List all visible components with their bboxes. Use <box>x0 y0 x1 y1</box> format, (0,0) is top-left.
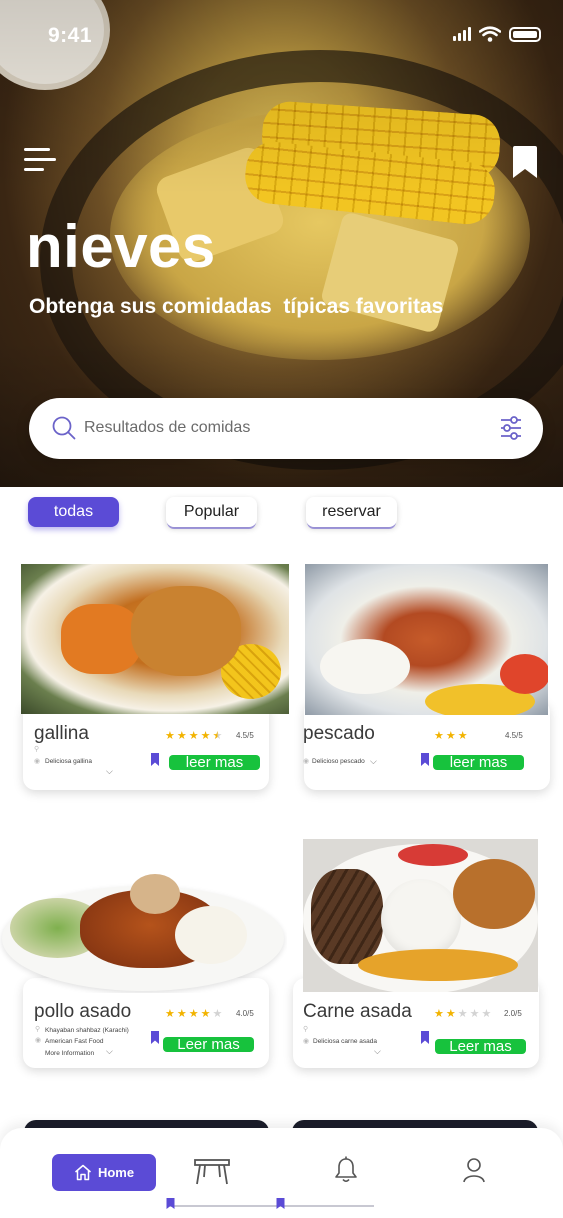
card-category: American Fast Food <box>45 1038 104 1045</box>
read-more-button[interactable]: leer mas <box>433 755 524 770</box>
pescado-photo <box>305 564 548 715</box>
info-dot-icon: ◉ <box>303 1038 310 1045</box>
info-dot-icon: ◉ <box>35 1037 42 1044</box>
bookmark-icon[interactable] <box>420 753 430 766</box>
rating-value: 4.0/5 <box>236 1009 254 1018</box>
bookmark-icon[interactable] <box>420 1031 430 1044</box>
card-address: Khayaban shahbaz (Karachi) <box>45 1027 129 1034</box>
home-icon <box>74 1164 91 1181</box>
hamburger-menu-icon[interactable] <box>24 148 56 174</box>
more-info-link[interactable]: More Information <box>45 1050 94 1057</box>
bookmark-icon[interactable] <box>150 753 160 766</box>
carne-asada-photo <box>303 839 538 992</box>
read-more-button[interactable]: Leer mas <box>163 1037 254 1052</box>
nav-home-button[interactable]: Home <box>52 1154 156 1191</box>
signal-icon <box>453 27 471 41</box>
read-more-button[interactable]: Leer mas <box>435 1039 526 1054</box>
info-dot-icon: ◉ <box>303 758 310 765</box>
status-icons <box>453 26 541 42</box>
search-icon <box>52 416 76 440</box>
star-rating: ★ ★ ★ <box>434 730 468 742</box>
location-pin-icon: ⚲ <box>303 1026 309 1033</box>
star-rating: ★ ★ ★ ★ ★ <box>165 730 223 742</box>
table-icon[interactable] <box>194 1159 230 1185</box>
bell-icon[interactable] <box>333 1156 359 1184</box>
chevron-down-icon[interactable]: ⌵ <box>106 1046 113 1057</box>
bottom-navigation: Home <box>0 1128 563 1218</box>
chip-todas[interactable]: todas <box>28 497 119 527</box>
wifi-icon <box>479 26 501 42</box>
card-title: pollo asado <box>34 1001 132 1022</box>
chevron-down-icon[interactable]: ⌵ <box>370 756 377 767</box>
location-pin-icon: ⚲ <box>34 746 40 753</box>
search-bar[interactable] <box>29 398 543 459</box>
scroll-indicator-marker <box>166 1198 175 1209</box>
card-title: Carne asada <box>303 1001 412 1022</box>
star-rating: ★ ★ ★ ★ ★ <box>165 1008 223 1020</box>
card-title: pescado <box>303 723 375 744</box>
info-dot-icon: ◉ <box>34 758 41 765</box>
tagline: Obtenga sus comidadas típicas favoritas <box>29 295 444 318</box>
gallina-photo <box>21 564 289 714</box>
card-description: Delicioso pescado <box>312 758 365 765</box>
scroll-indicator-marker-2 <box>276 1198 285 1209</box>
user-icon[interactable] <box>462 1157 486 1183</box>
rating-value: 4.5/5 <box>236 731 254 740</box>
location-pin-icon: ⚲ <box>35 1026 41 1033</box>
scroll-indicator-track <box>170 1205 374 1207</box>
bookmark-icon[interactable] <box>150 1031 160 1044</box>
bookmark-icon[interactable] <box>512 145 538 179</box>
nav-home-label: Home <box>97 1165 135 1180</box>
brand-title: nieves <box>26 213 216 280</box>
star-rating: ★ ★ ★ ★ ★ <box>434 1008 492 1020</box>
card-title: gallina <box>34 723 89 744</box>
sliders-filter-icon[interactable] <box>499 416 523 440</box>
chip-popular[interactable]: Popular <box>166 497 257 527</box>
status-time: 9:41 <box>48 24 93 47</box>
rating-value: 4.5/5 <box>505 731 523 740</box>
battery-icon <box>509 26 541 42</box>
chevron-down-icon[interactable]: ⌵ <box>106 766 113 777</box>
chevron-down-icon[interactable]: ⌵ <box>374 1046 381 1057</box>
card-description: Deliciosa carne asada <box>313 1038 377 1045</box>
pollo-asado-photo <box>0 868 287 993</box>
search-input[interactable] <box>84 410 464 446</box>
read-more-button[interactable]: leer mas <box>169 755 260 770</box>
card-description: Deliciosa gallina <box>45 758 92 765</box>
rating-value: 2.0/5 <box>504 1009 522 1018</box>
chip-reservar[interactable]: reservar <box>306 497 397 527</box>
